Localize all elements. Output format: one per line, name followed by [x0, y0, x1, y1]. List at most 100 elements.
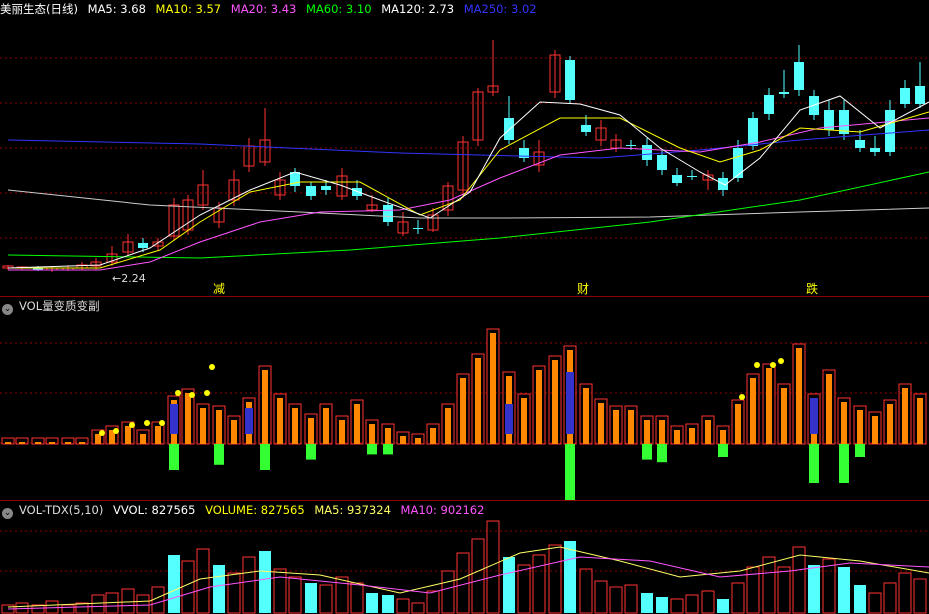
vol-signal-inner	[735, 404, 741, 444]
vol-signal-inner	[917, 398, 923, 444]
vol-signal-inner	[613, 410, 619, 444]
vol-signal-inner	[430, 428, 436, 444]
volume-bar-down	[305, 583, 317, 613]
neg-volume-bar	[642, 444, 652, 460]
vol-signal-inner	[400, 436, 406, 444]
vol-signal-panel[interactable]: ⌄ VOL量变质变副	[0, 297, 929, 500]
signal-dot	[113, 428, 119, 434]
signal-dot	[209, 364, 215, 370]
vol-signal-inner	[536, 370, 542, 444]
signal-dot	[159, 420, 165, 426]
volume-bar-up	[441, 570, 455, 614]
vol-signal-inner	[857, 410, 863, 444]
volume-bar-up	[121, 588, 135, 614]
vol-signal-chart[interactable]	[0, 297, 929, 500]
volume-bar-up	[350, 582, 364, 614]
blue-segment	[505, 404, 513, 434]
volume-bar-up	[517, 564, 531, 614]
vol-signal-inner	[826, 374, 832, 444]
candle-down	[657, 155, 667, 170]
neg-volume-bar	[718, 444, 728, 457]
candle-down	[642, 145, 652, 160]
candle-down	[306, 186, 316, 196]
vol-signal-inner	[354, 404, 360, 444]
vol-signal-inner	[598, 403, 604, 444]
volume-bar-up	[685, 594, 699, 614]
vol-signal-inner	[185, 393, 191, 444]
volume-bar-up	[181, 560, 195, 614]
candlestick-chart[interactable]	[0, 0, 929, 296]
candle-down	[138, 243, 148, 248]
neg-volume-bar	[306, 444, 316, 460]
signal-dot	[770, 362, 776, 368]
vol-signal-inner	[323, 408, 329, 444]
vol-signal-inner	[216, 410, 222, 444]
volume-bar-down	[366, 593, 378, 613]
candle-down	[779, 92, 789, 94]
volume-bar-down	[382, 595, 394, 613]
vol-signal-inner	[872, 416, 878, 444]
candle-down	[626, 145, 636, 146]
price-panel[interactable]: 美丽生态(日线) MA5: 3.68 MA10: 3.57 MA20: 3.43…	[0, 0, 929, 296]
volume-bar-up	[396, 598, 410, 614]
vol-signal-inner	[781, 388, 787, 444]
volume-bar-up	[822, 558, 836, 614]
vol-tdx-panel[interactable]: ⌄ VOL-TDX(5,10) VVOL: 827565 VOLUME: 8275…	[0, 501, 929, 614]
candle-down	[870, 148, 880, 152]
vol-signal-inner	[475, 358, 481, 444]
candle-down	[885, 110, 895, 152]
volume-bar-down	[808, 565, 820, 613]
candle-down	[581, 125, 591, 132]
candle-down	[764, 95, 774, 114]
volume-bar-chart[interactable]	[0, 501, 929, 614]
volume-bar-up	[913, 578, 927, 614]
event-label-2: 财	[577, 282, 590, 296]
volume-bar-up	[227, 572, 241, 614]
vol-signal-inner	[628, 410, 634, 444]
vol-signal-inner	[95, 434, 101, 444]
neg-volume-bar	[657, 444, 667, 463]
volume-bar-down	[641, 593, 653, 613]
candle-down	[900, 88, 910, 104]
neg-volume-bar	[367, 444, 377, 455]
volume-bar-down	[503, 557, 515, 613]
vol-signal-inner	[659, 420, 665, 444]
neg-volume-bar	[565, 444, 575, 500]
vol-signal-inner	[125, 426, 131, 444]
vol-signal-inner	[460, 378, 466, 444]
volume-bar-up	[609, 586, 623, 614]
vol-signal-inner	[490, 333, 496, 444]
volume-bar-up	[136, 594, 150, 614]
vol-signal-inner	[887, 404, 893, 444]
vol-signal-inner	[308, 418, 314, 444]
signal-dot	[129, 422, 135, 428]
volume-bar-up	[731, 582, 745, 614]
vol-signal-inner	[35, 442, 41, 444]
vol-signal-inner	[231, 420, 237, 444]
volume-bar-down	[564, 541, 576, 613]
volume-bar-up	[242, 556, 256, 614]
event-label-3: 跌	[806, 282, 819, 296]
volume-bar-up	[471, 538, 485, 614]
signal-dot	[778, 358, 784, 364]
volume-bar-up	[624, 584, 638, 614]
neg-volume-bar	[855, 444, 865, 457]
vol-signal-inner	[369, 424, 375, 444]
candle-down	[794, 62, 804, 90]
signal-dot	[144, 420, 150, 426]
volume-bar-down	[717, 599, 729, 613]
volume-bar-up	[883, 582, 897, 614]
vol-signal-inner	[65, 442, 71, 444]
blue-segment	[566, 372, 574, 434]
ma120-line	[7, 189, 929, 219]
volume-bar-up	[777, 566, 791, 614]
vol-signal-inner	[5, 442, 11, 444]
vol-signal-inner	[720, 430, 726, 444]
vol-signal-inner	[583, 388, 589, 444]
signal-dot	[754, 362, 760, 368]
vol-signal-inner	[415, 438, 421, 444]
volume-bar-down	[838, 567, 850, 613]
vol-signal-inner	[262, 370, 268, 444]
volume-bar-down	[259, 551, 271, 613]
neg-volume-bar	[383, 444, 393, 455]
